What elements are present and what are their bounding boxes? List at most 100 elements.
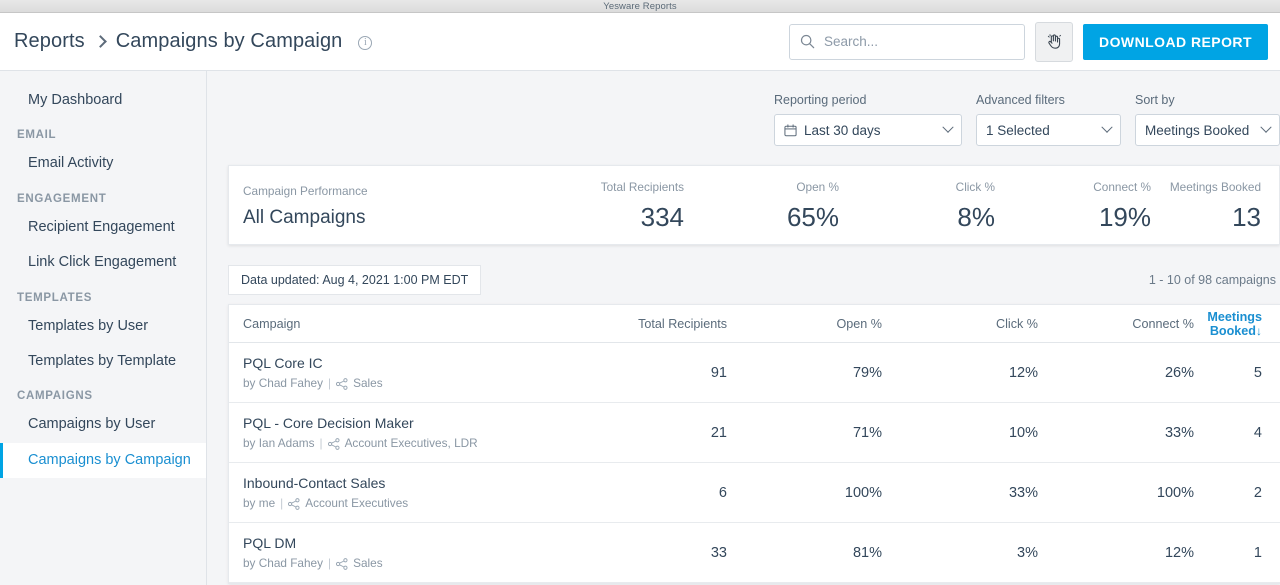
campaign-cell: PQL DM by Chad Fahey | Sales xyxy=(243,535,573,569)
os-title-bar: Yesware Reports xyxy=(0,0,1280,13)
sidebar: My DashboardEMAILEmail ActivityENGAGEMEN… xyxy=(0,71,207,585)
data-updated-badge: Data updated: Aug 4, 2021 1:00 PM EDT xyxy=(228,265,481,296)
sidebar-item-link-click-engagement[interactable]: Link Click Engagement xyxy=(0,245,206,280)
column-header-campaign[interactable]: Campaign xyxy=(243,317,573,331)
header-actions: DOWNLOAD REPORT xyxy=(789,22,1268,62)
cell-connect-pct: 33% xyxy=(1038,425,1194,441)
cell-click-pct: 33% xyxy=(882,485,1038,501)
campaign-team: Account Executives, LDR xyxy=(345,438,478,450)
filter-bar: Reporting periodLast 30 days Advanced fil… xyxy=(228,71,1280,146)
filter-group-sort-by: Sort by Meetings Booked xyxy=(1135,93,1280,146)
campaign-name-link[interactable]: PQL DM xyxy=(243,535,573,551)
campaign-team: Sales xyxy=(353,558,383,570)
campaign-owner: by Chad Fahey xyxy=(243,558,323,570)
table-toolbar: Data updated: Aug 4, 2021 1:00 PM EDT 1 … xyxy=(228,265,1280,295)
campaign-performance-summary-card: Campaign Performance All Campaigns Total… xyxy=(228,165,1280,245)
cell-open-pct: 81% xyxy=(727,545,882,561)
select-value-reporting-period: Last 30 days xyxy=(804,123,933,138)
breadcrumb: Reports Campaigns by Campaign i xyxy=(14,30,372,53)
meta-separator: | xyxy=(328,378,331,390)
table-row[interactable]: Inbound-Contact Salesby me|Account Execu… xyxy=(229,463,1280,523)
sidebar-item-templates-by-template[interactable]: Templates by Template xyxy=(0,344,206,379)
sidebar-item-campaigns-by-campaign[interactable]: Campaigns by Campaign xyxy=(0,443,206,478)
summary-label-column: Campaign Performance All Campaigns xyxy=(243,166,368,244)
pagination-status: 1 - 10 of 98 campaigns xyxy=(1149,273,1280,287)
summary-metric-click-pct: Click % 8% xyxy=(839,166,995,244)
column-header-total-recipients[interactable]: Total Recipients xyxy=(573,317,727,331)
chevron-down-icon xyxy=(942,122,953,133)
cell-meetings-booked: 2 xyxy=(1194,485,1262,501)
download-report-button[interactable]: DOWNLOAD REPORT xyxy=(1083,24,1268,60)
summary-metric-value: 19% xyxy=(995,204,1151,230)
campaign-name-link[interactable]: PQL - Core Decision Maker xyxy=(243,415,573,431)
cell-connect-pct: 12% xyxy=(1038,545,1194,561)
column-header-meetings-booked-label: Meetings Booked xyxy=(1207,310,1262,338)
filter-group-reporting-period: Reporting periodLast 30 days xyxy=(774,93,962,146)
filter-group-advanced-filters: Advanced filters1 Selected xyxy=(976,93,1121,146)
campaign-owner: by Ian Adams xyxy=(243,438,314,450)
search-input[interactable] xyxy=(824,34,1014,49)
sidebar-item-recipient-engagement[interactable]: Recipient Engagement xyxy=(0,210,206,245)
summary-metric-head: Total Recipients xyxy=(530,180,684,194)
info-icon[interactable]: i xyxy=(358,36,372,50)
sidebar-item-templates-by-user[interactable]: Templates by User xyxy=(0,309,206,344)
select-sort-by[interactable]: Meetings Booked xyxy=(1135,114,1280,146)
search-box[interactable] xyxy=(789,24,1025,60)
cell-meetings-booked: 4 xyxy=(1194,425,1262,441)
cell-click-pct: 12% xyxy=(882,365,1038,381)
summary-value-label: All Campaigns xyxy=(243,208,368,227)
cell-open-pct: 79% xyxy=(727,365,882,381)
summary-metric-open-pct: Open % 65% xyxy=(684,166,839,244)
table-row[interactable]: PQL - Core Decision Maker by Ian Adams | Ac… xyxy=(229,403,1280,463)
cell-open-pct: 71% xyxy=(727,425,882,441)
filter-label-sort-by: Sort by xyxy=(1135,93,1280,107)
campaign-meta: by Ian Adams | Account Executives, LDR xyxy=(243,438,573,450)
calendar-icon xyxy=(784,124,797,137)
campaign-cell: Inbound-Contact Salesby me|Account Execu… xyxy=(243,475,573,509)
meta-separator: | xyxy=(319,438,322,450)
column-header-meetings-booked[interactable]: Meetings Booked↓ xyxy=(1194,310,1262,338)
search-icon xyxy=(800,34,815,49)
campaign-team: Sales xyxy=(353,378,383,390)
sidebar-item-campaigns-by-user[interactable]: Campaigns by User xyxy=(0,407,206,442)
sort-descending-icon: ↓ xyxy=(1256,324,1262,338)
column-header-connect-pct[interactable]: Connect % xyxy=(1038,317,1194,331)
summary-metric-meetings-booked: Meetings Booked 13 xyxy=(1151,166,1279,244)
select-value-advanced-filters: 1 Selected xyxy=(986,123,1092,138)
chevron-right-icon xyxy=(94,35,107,48)
summary-metric-head: Open % xyxy=(684,180,839,194)
breadcrumb-reports-link[interactable]: Reports xyxy=(14,30,85,53)
column-header-click-pct[interactable]: Click % xyxy=(882,317,1038,331)
campaigns-table: Campaign Total Recipients Open % Click %… xyxy=(228,304,1280,584)
cell-total-recipients: 6 xyxy=(573,485,727,501)
summary-metric-value: 13 xyxy=(1151,204,1261,230)
campaign-meta: by Chad Fahey|Sales xyxy=(243,378,573,390)
sidebar-item-my-dashboard[interactable]: My Dashboard xyxy=(0,83,206,118)
select-value-sort-by: Meetings Booked xyxy=(1145,123,1251,138)
column-header-open-pct[interactable]: Open % xyxy=(727,317,882,331)
meta-separator: | xyxy=(328,558,331,570)
campaign-name-link[interactable]: PQL Core IC xyxy=(243,355,573,371)
summary-metric-head: Click % xyxy=(839,180,995,194)
select-reporting-period[interactable]: Last 30 days xyxy=(774,114,962,146)
select-advanced-filters[interactable]: 1 Selected xyxy=(976,114,1121,146)
share-icon xyxy=(288,498,300,510)
cell-total-recipients: 91 xyxy=(573,365,727,381)
hand-cursor-button[interactable] xyxy=(1035,22,1073,62)
table-row[interactable]: PQL DMby Chad Fahey|Sales3381%3%12%1 xyxy=(229,523,1280,583)
sidebar-item-email-activity[interactable]: Email Activity xyxy=(0,146,206,181)
window-title: Yesware Reports xyxy=(603,1,677,12)
table-row[interactable]: PQL Core ICby Chad Fahey|Sales9179%12%26… xyxy=(229,343,1280,403)
campaign-meta: by Chad Fahey | Sales xyxy=(243,558,573,570)
campaign-name-link[interactable]: Inbound-Contact Sales xyxy=(243,475,573,491)
sidebar-section-engagement: ENGAGEMENT xyxy=(0,182,206,210)
hand-cursor-icon xyxy=(1045,32,1064,51)
share-icon xyxy=(336,378,348,390)
summary-metric-value: 334 xyxy=(530,204,684,230)
chevron-down-icon xyxy=(1260,122,1271,133)
summary-metric-value: 65% xyxy=(684,204,839,230)
sidebar-section-email: EMAIL xyxy=(0,118,206,146)
cell-open-pct: 100% xyxy=(727,485,882,501)
cell-total-recipients: 21 xyxy=(573,425,727,441)
summary-metric-head: Meetings Booked xyxy=(1151,180,1261,194)
